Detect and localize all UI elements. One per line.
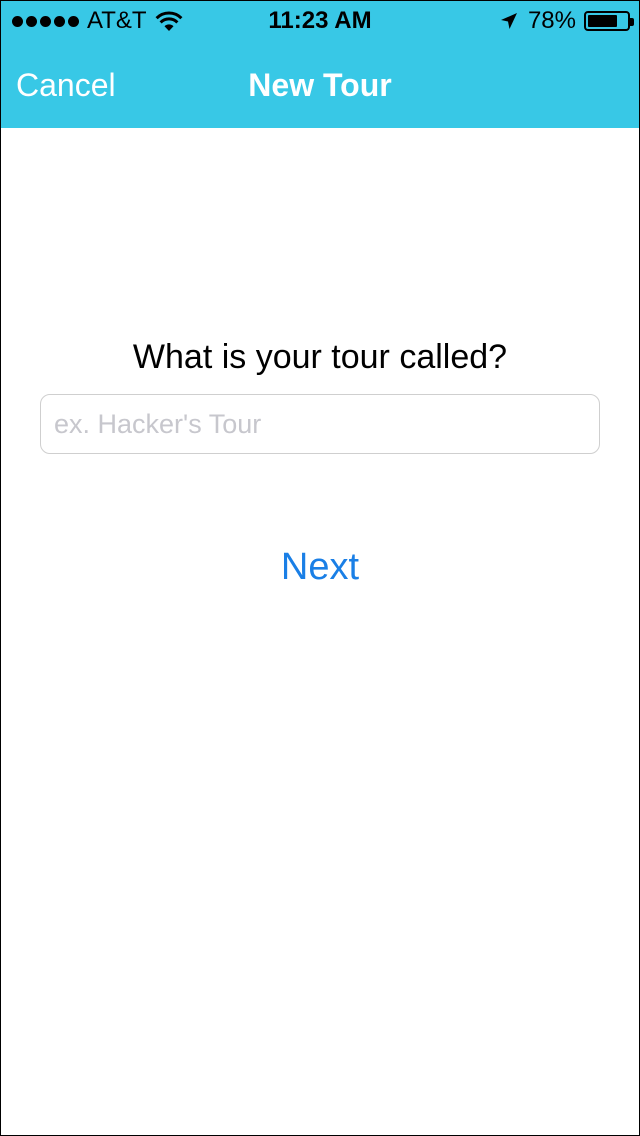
status-bar: AT&T 11:23 AM 78% [0, 0, 640, 40]
tour-name-question: What is your tour called? [132, 338, 508, 376]
navigation-bar: Cancel New Tour [0, 40, 640, 128]
top-bar: AT&T 11:23 AM 78% Cancel New Tour [0, 0, 640, 128]
page-title: New Tour [248, 67, 392, 103]
battery-nub [630, 18, 634, 26]
location-arrow-icon [500, 13, 517, 29]
battery-icon [584, 11, 634, 31]
tour-name-input[interactable] [40, 394, 600, 454]
next-button[interactable]: Next [240, 546, 400, 589]
battery-fill [588, 15, 617, 27]
status-right: 78% [500, 7, 634, 35]
battery-percent: 78% [527, 7, 576, 34]
